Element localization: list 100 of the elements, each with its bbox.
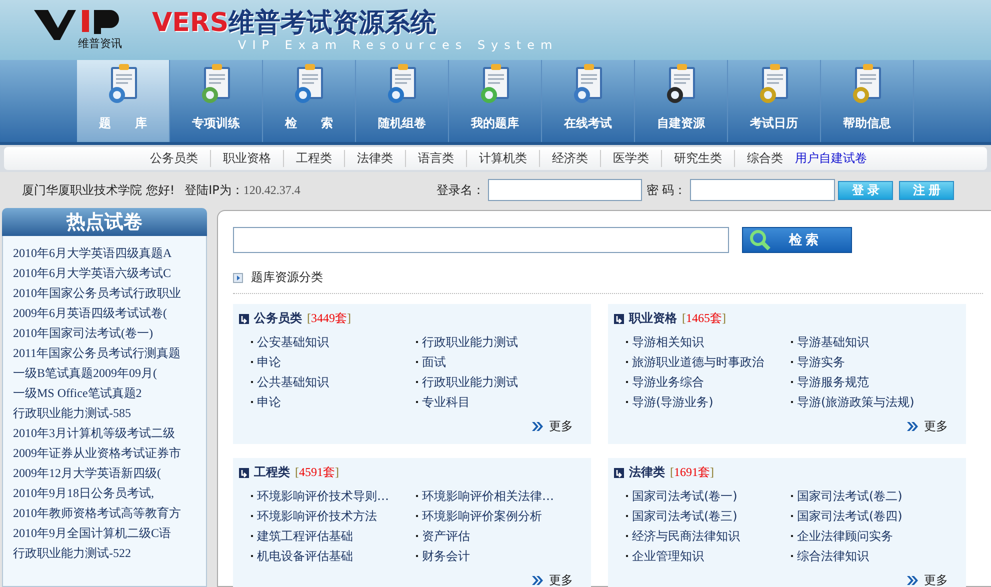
username-field[interactable] bbox=[488, 179, 642, 201]
username-label: 登录名： bbox=[436, 182, 484, 198]
subject-link[interactable]: 行政职业能力测试 bbox=[416, 332, 581, 352]
category-link[interactable]: 语言类 bbox=[405, 150, 466, 167]
category-icon bbox=[614, 314, 624, 324]
subject-link[interactable]: 企业管理知识 bbox=[626, 546, 791, 566]
subject-link[interactable]: 国家司法考试(卷一) bbox=[626, 486, 791, 506]
subject-link[interactable]: 导游服务规范 bbox=[791, 372, 956, 392]
category-link[interactable]: 计算机类 bbox=[466, 150, 539, 167]
category-icon bbox=[239, 314, 249, 324]
paper-link[interactable]: 行政职业能力测试-585 bbox=[13, 403, 206, 423]
subject-link[interactable]: 导游相关知识 bbox=[626, 332, 791, 352]
ip-label: 登陆IP为： bbox=[184, 182, 244, 198]
paper-link[interactable]: 一级MS Office笔试真题2 bbox=[13, 383, 206, 403]
more-link[interactable]: 更多 bbox=[907, 418, 948, 435]
category-title[interactable]: 职业资格 bbox=[629, 310, 677, 327]
nav-tab[interactable]: 在线考试 bbox=[542, 60, 635, 142]
category-link[interactable]: 公务员类 bbox=[138, 150, 210, 167]
sidebar-title: 热点试卷 bbox=[2, 208, 207, 236]
paper-count: [1691套] bbox=[670, 464, 714, 481]
category-link[interactable]: 研究生类 bbox=[661, 150, 734, 167]
logo-text: 维普资讯 bbox=[78, 36, 122, 50]
category-link[interactable]: 工程类 bbox=[283, 150, 344, 167]
category-title[interactable]: 公务员类 bbox=[254, 310, 302, 327]
category-link[interactable]: 法律类 bbox=[344, 150, 405, 167]
nav-tab[interactable]: 考试日历 bbox=[728, 60, 821, 142]
subject-link[interactable]: 行政职业能力测试 bbox=[416, 372, 581, 392]
subject-link[interactable]: 导游实务 bbox=[791, 352, 956, 372]
nav-tab[interactable]: 帮助信息 bbox=[821, 60, 914, 142]
category-link[interactable]: 职业资格 bbox=[210, 150, 283, 167]
subject-link[interactable]: 申论 bbox=[251, 352, 416, 372]
paper-link[interactable]: 2010年6月大学英语六级考试C bbox=[13, 263, 206, 283]
category-title[interactable]: 工程类 bbox=[254, 464, 290, 481]
category-link[interactable]: 综合类 bbox=[734, 150, 795, 167]
nav-tab[interactable]: 随机组卷 bbox=[356, 60, 449, 142]
category-link[interactable]: 经济类 bbox=[539, 150, 600, 167]
subject-link[interactable]: 旅游职业道德与时事政治 bbox=[626, 352, 791, 372]
search-field[interactable] bbox=[233, 227, 729, 253]
section-title: 题库资源分类 bbox=[251, 269, 323, 286]
subject-link[interactable]: 经济与民商法律知识 bbox=[626, 526, 791, 546]
logo-icon bbox=[34, 10, 122, 40]
paper-link[interactable]: 2009年6月英语四级考试试卷( bbox=[13, 303, 206, 323]
paper-link[interactable]: 行政职业能力测试-522 bbox=[13, 543, 206, 563]
subject-link[interactable]: 机电设备评估基础 bbox=[251, 546, 416, 566]
paper-link[interactable]: 2010年9月18日公务员考试, bbox=[13, 483, 206, 503]
paper-link[interactable]: 2010年9月全国计算机二级C语 bbox=[13, 523, 206, 543]
subject-link[interactable]: 环境影响评价技术导则… bbox=[251, 486, 416, 506]
subject-link[interactable]: 国家司法考试(卷三) bbox=[626, 506, 791, 526]
double-chevron-icon bbox=[532, 422, 543, 431]
subject-link[interactable]: 建筑工程评估基础 bbox=[251, 526, 416, 546]
double-chevron-icon bbox=[907, 576, 918, 585]
ip-address: 120.42.37.4 bbox=[243, 182, 300, 198]
subject-link[interactable]: 企业法律顾问实务 bbox=[791, 526, 956, 546]
password-label: 密 码： bbox=[646, 182, 686, 198]
subject-link[interactable]: 国家司法考试(卷四) bbox=[791, 506, 956, 526]
nav-tab[interactable]: 检 索 bbox=[263, 60, 356, 142]
paper-count: [3449套] bbox=[307, 310, 351, 327]
paper-link[interactable]: 2010年国家司法考试(卷一) bbox=[13, 323, 206, 343]
more-link[interactable]: 更多 bbox=[532, 572, 573, 587]
paper-link[interactable]: 2010年6月大学英语四级真题A bbox=[13, 243, 206, 263]
category-title[interactable]: 法律类 bbox=[629, 464, 665, 481]
subject-link[interactable]: 导游业务综合 bbox=[626, 372, 791, 392]
nav-tab[interactable]: 我的题库 bbox=[449, 60, 542, 142]
nav-tab[interactable]: 专项训练 bbox=[170, 60, 263, 142]
paper-link[interactable]: 2011年国家公务员考试行测真题 bbox=[13, 343, 206, 363]
subject-link[interactable]: 申论 bbox=[251, 392, 416, 412]
paper-link[interactable]: 一级B笔试真题2009年09月( bbox=[13, 363, 206, 383]
search-button[interactable]: 检 索 bbox=[742, 227, 852, 253]
site-subtitle: VIP Exam Resources System bbox=[238, 38, 558, 52]
subject-link[interactable]: 专业科目 bbox=[416, 392, 581, 412]
search-icon bbox=[749, 229, 771, 251]
subject-link[interactable]: 国家司法考试(卷二) bbox=[791, 486, 956, 506]
category-icon bbox=[614, 468, 624, 478]
paper-link[interactable]: 2010年国家公务员考试行政职业 bbox=[13, 283, 206, 303]
subject-link[interactable]: 资产评估 bbox=[416, 526, 581, 546]
subject-link[interactable]: 公安基础知识 bbox=[251, 332, 416, 352]
subject-link[interactable]: 导游基础知识 bbox=[791, 332, 956, 352]
more-link[interactable]: 更多 bbox=[532, 418, 573, 435]
subject-link[interactable]: 面试 bbox=[416, 352, 581, 372]
subject-link[interactable]: 财务会计 bbox=[416, 546, 581, 566]
paper-count: [1465套] bbox=[682, 310, 726, 327]
category-link[interactable]: 医学类 bbox=[600, 150, 661, 167]
paper-link[interactable]: 2009年证券从业资格考试证券市 bbox=[13, 443, 206, 463]
paper-link[interactable]: 2010年3月计算机等级考试二级 bbox=[13, 423, 206, 443]
category-icon bbox=[239, 468, 249, 478]
subject-link[interactable]: 导游(旅游政策与法规) bbox=[791, 392, 956, 412]
more-link[interactable]: 更多 bbox=[907, 572, 948, 587]
subject-link[interactable]: 环境影响评价相关法律… bbox=[416, 486, 581, 506]
user-papers-link[interactable]: 用户自建试卷 bbox=[795, 150, 879, 167]
paper-link[interactable]: 2009年12月大学英语新四级( bbox=[13, 463, 206, 483]
site-title: 维普考试资源系统 bbox=[228, 8, 437, 38]
double-chevron-icon bbox=[532, 576, 543, 585]
subject-link[interactable]: 环境影响评价技术方法 bbox=[251, 506, 416, 526]
password-field[interactable] bbox=[690, 179, 836, 201]
nav-tab[interactable]: 自建资源 bbox=[635, 60, 728, 142]
subject-link[interactable]: 环境影响评价案例分析 bbox=[416, 506, 581, 526]
paper-link[interactable]: 2010年教师资格考试高等教育方 bbox=[13, 503, 206, 523]
subject-link[interactable]: 公共基础知识 bbox=[251, 372, 416, 392]
subject-link[interactable]: 导游(导游业务) bbox=[626, 392, 791, 412]
subject-link[interactable]: 综合法律知识 bbox=[791, 546, 956, 566]
